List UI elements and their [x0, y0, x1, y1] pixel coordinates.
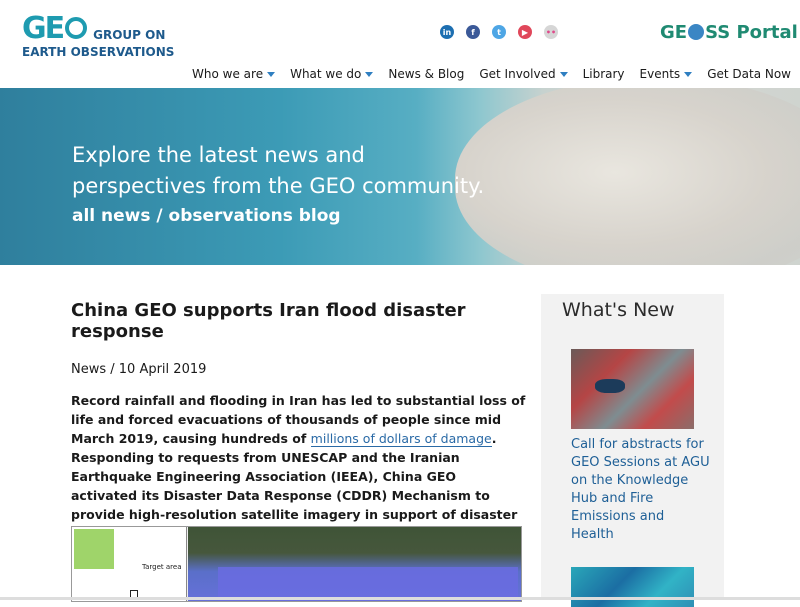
hero-title: Explore the latest news and perspectives… [72, 140, 484, 202]
nav-get-involved[interactable]: Get Involved [479, 67, 568, 81]
nav-events[interactable]: Events [640, 67, 693, 81]
sidebar-title: What's New [562, 299, 675, 321]
globe-icon [688, 24, 705, 40]
geoss-portal-prefix: GE [660, 22, 688, 43]
facebook-icon[interactable]: f [466, 25, 480, 39]
thumbnail-lake [595, 379, 625, 393]
geo-logo-line2: EARTH OBSERVATIONS [22, 45, 175, 59]
nav-library[interactable]: Library [583, 67, 625, 81]
geo-logo-line1: GROUP ON [93, 28, 166, 42]
article-body: Record rainfall and flooding in Iran has… [71, 391, 526, 543]
map-land [74, 529, 114, 569]
youtube-icon[interactable]: ▶ [518, 25, 532, 39]
news-thumbnail-2[interactable] [571, 567, 694, 607]
nav-label: News & Blog [388, 67, 465, 81]
geo-logo[interactable]: GE GROUP ON [22, 14, 165, 44]
nav-label: Get Involved [479, 67, 556, 81]
nav-label: Library [582, 67, 625, 81]
caret-down-icon [559, 71, 568, 77]
hero-cloud-image [455, 88, 800, 265]
news-item-link[interactable]: Call for abstracts for GEO Sessions at A… [571, 436, 711, 544]
main-nav: Who we are What we do News & Blog Get In… [192, 67, 791, 81]
caret-down-icon [684, 71, 693, 77]
location-map: Target area [72, 527, 187, 601]
nav-news-blog[interactable]: News & Blog [388, 67, 464, 81]
nav-what-we-do[interactable]: What we do [290, 67, 374, 81]
article-figure: Target area [71, 526, 522, 602]
satellite-image [188, 527, 521, 601]
article-meta: News / 10 April 2019 [71, 362, 207, 377]
nav-label: Who we are [192, 67, 264, 81]
hero-title-line1: Explore the latest news and [72, 143, 365, 167]
nav-label: Events [639, 67, 681, 81]
nav-label: Get Data Now [707, 67, 791, 81]
article-body-text: . Responding to requests from UNESCAP an… [71, 431, 518, 541]
twitter-icon[interactable]: t [492, 25, 506, 39]
site-header: GE GROUP ON EARTH OBSERVATIONS in f t ▶ … [0, 0, 800, 88]
caret-down-icon [365, 71, 374, 77]
nav-who-we-are[interactable]: Who we are [192, 67, 276, 81]
damage-link[interactable]: millions of dollars of damage [310, 431, 492, 447]
hero-news-blog-link[interactable]: all news / observations blog [72, 206, 341, 226]
geo-logo-mark: GE [22, 14, 88, 44]
caret-down-icon [267, 71, 276, 77]
target-area-label: Target area [142, 563, 182, 571]
nav-label: What we do [290, 67, 362, 81]
hero-banner: Explore the latest news and perspectives… [0, 88, 800, 265]
flickr-icon[interactable]: •• [544, 25, 558, 39]
social-links: in f t ▶ •• [440, 25, 558, 39]
nav-get-data-now[interactable]: Get Data Now [707, 67, 791, 81]
news-article: China GEO supports Iran flood disaster r… [71, 300, 526, 556]
news-thumbnail[interactable] [571, 349, 694, 429]
article-title: China GEO supports Iran flood disaster r… [71, 300, 466, 342]
geoss-portal-link[interactable]: GE SS Portal [660, 22, 798, 43]
whats-new-sidebar: What's New Call for abstracts for GEO Se… [541, 294, 724, 607]
geoss-portal-suffix: SS Portal [705, 22, 798, 43]
linkedin-icon[interactable]: in [440, 25, 454, 39]
hero-title-line2: perspectives from the GEO community. [72, 174, 485, 198]
flood-water [218, 567, 518, 601]
